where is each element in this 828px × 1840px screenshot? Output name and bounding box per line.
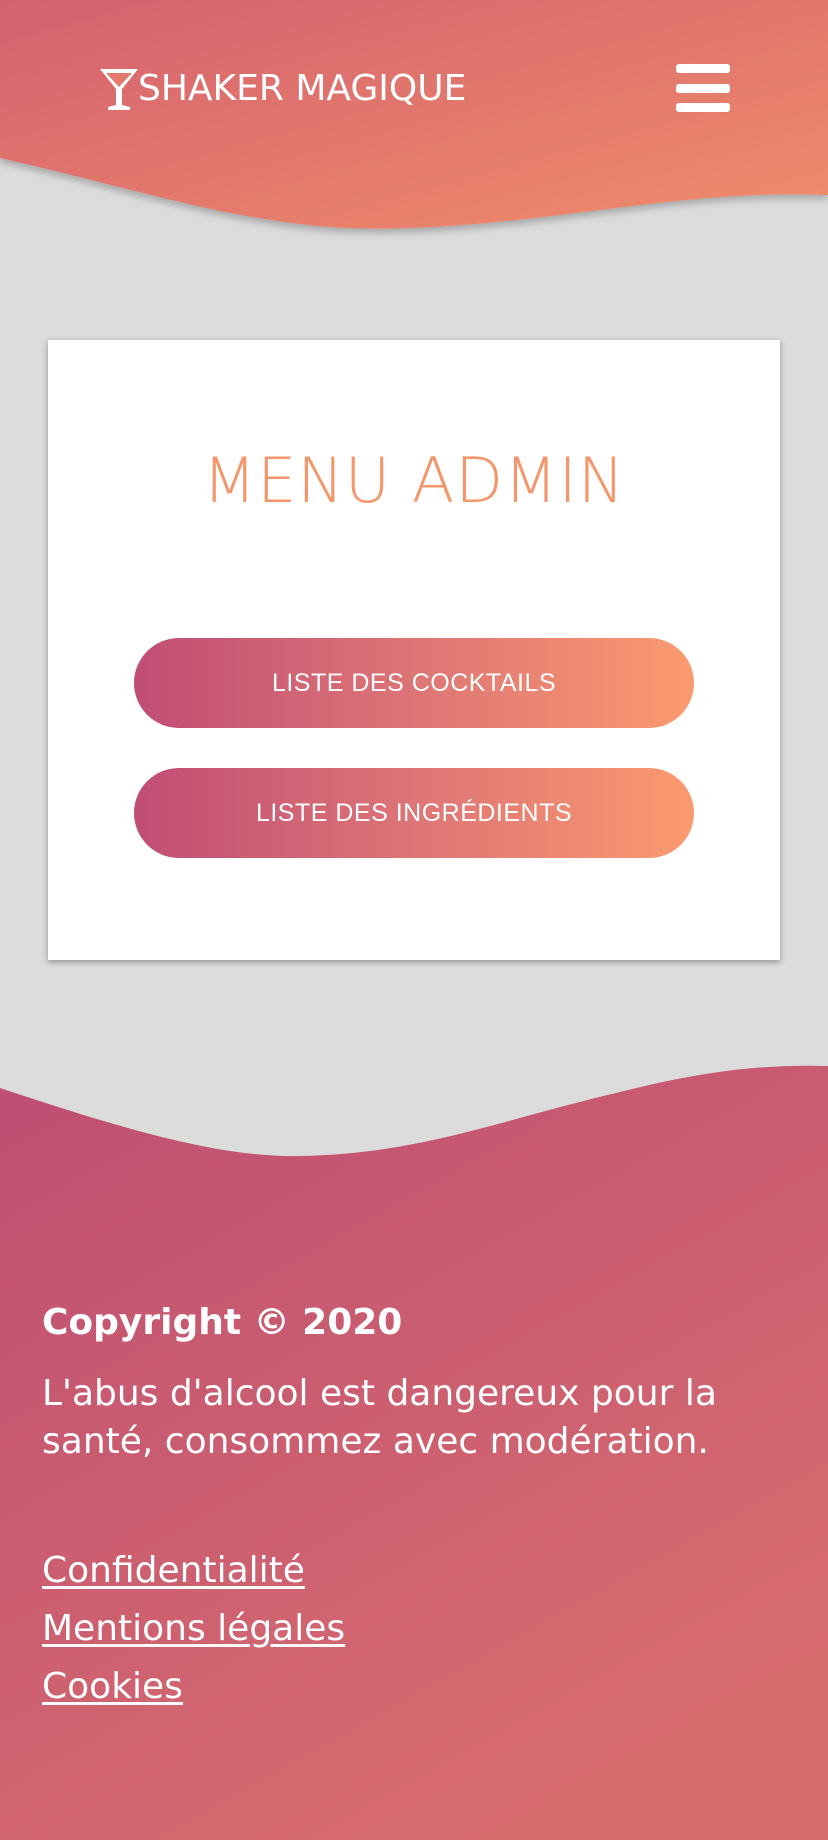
- brand-name: SHAKER MAGIQUE: [138, 67, 467, 109]
- footer: Copyright © 2020 L'abus d'alcool est dan…: [0, 1040, 828, 1840]
- header: SHAKER MAGIQUE: [0, 0, 828, 240]
- legal-notice-link[interactable]: Mentions légales: [42, 1600, 345, 1658]
- brand-logo-link[interactable]: SHAKER MAGIQUE: [98, 64, 466, 112]
- page: SHAKER MAGIQUE MENU ADMIN LISTE DES COCK…: [0, 0, 828, 1840]
- alcohol-disclaimer: L'abus d'alcool est dangereux pour la sa…: [42, 1373, 717, 1462]
- menu-bar-top: [676, 64, 730, 73]
- copyright-text: Copyright © 2020: [42, 1302, 403, 1343]
- menu-bar-middle: [676, 83, 730, 93]
- header-wave-background: [0, 0, 828, 229]
- hamburger-menu-icon[interactable]: [676, 64, 730, 112]
- menu-bar-bottom: [676, 103, 730, 112]
- cocktails-list-button[interactable]: LISTE DES COCKTAILS: [134, 638, 694, 728]
- cookies-link[interactable]: Cookies: [42, 1658, 345, 1716]
- privacy-link[interactable]: Confidentialité: [42, 1542, 345, 1600]
- footer-links: Confidentialité Mentions légales Cookies: [42, 1542, 345, 1716]
- page-title: MENU ADMIN: [202, 444, 626, 517]
- ingredients-list-button[interactable]: LISTE DES INGRÉDIENTS: [134, 768, 694, 858]
- cocktail-glass-icon: [100, 69, 138, 110]
